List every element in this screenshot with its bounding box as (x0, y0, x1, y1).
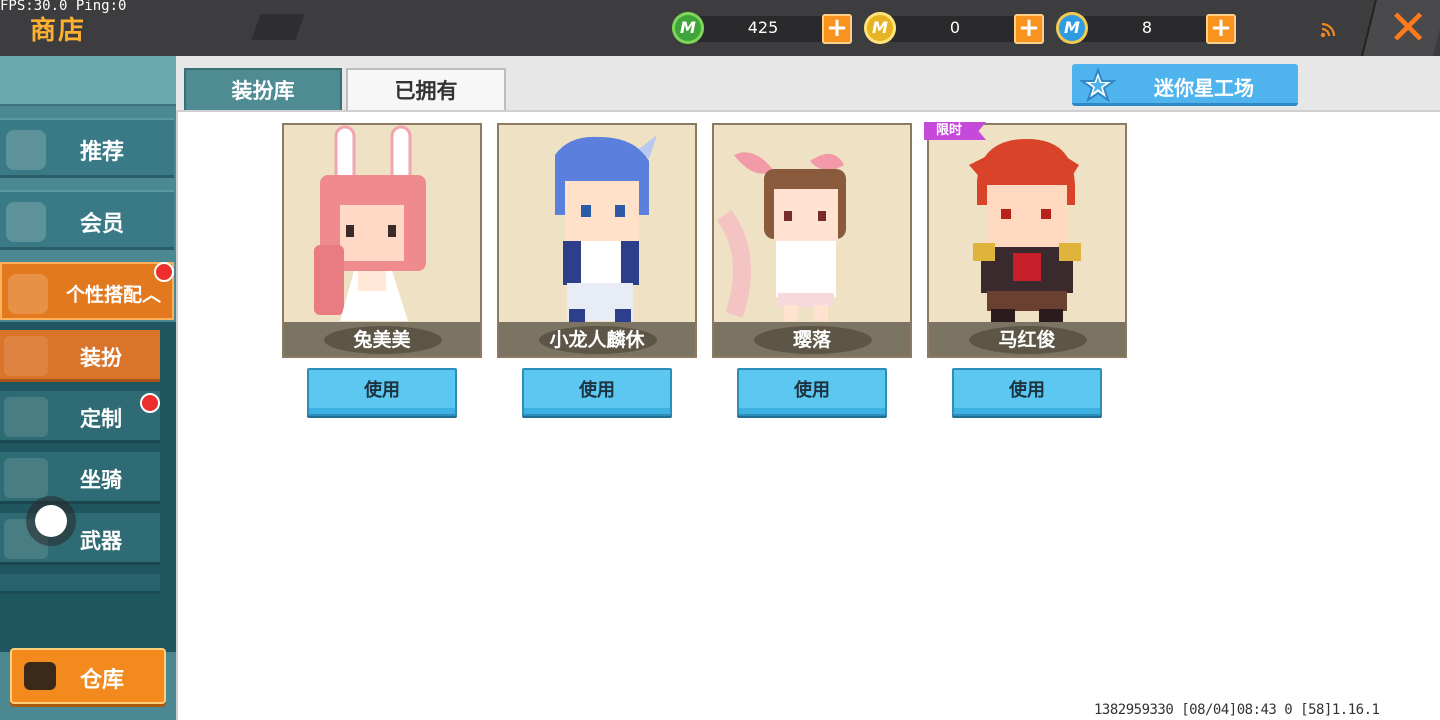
sidebar-item-recommend[interactable]: 推荐 (0, 118, 174, 178)
add-blue-coin-button[interactable]: + (1206, 14, 1236, 44)
currency-value: 425 (747, 18, 779, 37)
tab-dress-library[interactable]: 装扮库 (184, 68, 342, 112)
shirt-icon (4, 336, 48, 376)
sidebar-item-label: 装扮 (80, 346, 122, 370)
green-gem-icon: M (672, 12, 704, 44)
warehouse-button[interactable]: 仓库 (10, 648, 166, 704)
thumbs-up-icon (6, 130, 46, 170)
top-bar: FPS:30.0 Ping:0 商店 M 425 + M 0 + M 8 + ✕ (0, 0, 1440, 56)
skin-card[interactable]: 璎落 (712, 123, 912, 358)
sidebar-item-label: 推荐 (80, 140, 125, 165)
currency-value: 0 (949, 18, 961, 37)
add-green-gem-button[interactable]: + (822, 14, 852, 44)
currency-blue-coin: M 8 + (1056, 12, 1240, 44)
red-hair-character-image (969, 139, 1081, 323)
skin-card[interactable]: 马红俊 (927, 123, 1127, 358)
dragon-boy-character-image (555, 135, 657, 323)
sidebar-subitem-mount[interactable]: 坐骑 (0, 452, 160, 504)
virtual-joystick[interactable] (26, 496, 76, 546)
sidebar-item-member[interactable]: 会员 (0, 190, 174, 250)
sidebar: 推荐 会员 个性搭配︿ 装扮 定制 坐骑 武器 (0, 56, 176, 720)
gold-coin-icon: M (864, 12, 896, 44)
currency-gold-coin: M 0 + (864, 12, 1048, 44)
pencil-icon (4, 397, 48, 437)
mini-workshop-button[interactable]: 迷你星工场 (1072, 64, 1298, 106)
close-icon[interactable]: ✕ (1388, 2, 1428, 54)
currency-green-gem: M 425 + (672, 12, 856, 44)
use-button[interactable]: 使用 (522, 368, 672, 416)
chest-icon (24, 662, 56, 690)
skin-name: 璎落 (792, 329, 831, 351)
skin-card[interactable]: 小龙人麟休 (497, 123, 697, 358)
add-gold-coin-button[interactable]: + (1014, 14, 1044, 44)
bunny-girl-character-image (314, 125, 426, 321)
skin-name: 马红俊 (998, 329, 1056, 351)
skin-card[interactable]: 兔美美 (282, 123, 482, 358)
limited-time-badge: 限时 (924, 122, 986, 140)
tab-owned[interactable]: 已拥有 (346, 68, 506, 112)
sidebar-item-label: 会员 (80, 212, 125, 237)
use-button[interactable]: 使用 (737, 368, 887, 416)
sidebar-item-personal-style[interactable]: 个性搭配︿ (0, 262, 174, 320)
sidebar-subitem-partial[interactable] (0, 574, 160, 594)
sidebar-item-label: 坐骑 (80, 468, 122, 492)
member-icon (6, 202, 46, 242)
page-title: 商店 (30, 16, 87, 46)
use-button[interactable]: 使用 (952, 368, 1102, 416)
sidebar-item-label: 个性搭配︿ (66, 284, 162, 306)
skin-name: 兔美美 (353, 329, 411, 351)
warehouse-label: 仓库 (80, 668, 125, 693)
sidebar-subitem-custom[interactable]: 定制 (0, 391, 160, 443)
skin-name: 小龙人麟休 (549, 329, 645, 351)
sidebar-subitem-dressup[interactable]: 装扮 (0, 330, 160, 382)
sidebar-item-label: 定制 (80, 407, 122, 431)
build-info: 1382959330 [08/04]08:43 0 [58]1.16.1 (1094, 702, 1380, 718)
workshop-label: 迷你星工场 (1154, 76, 1254, 100)
blue-coin-icon: M (1056, 12, 1088, 44)
sidebar-subitem-weapon[interactable]: 武器 (0, 513, 160, 565)
star-icon (1080, 68, 1116, 102)
sidebar-item-label: 武器 (80, 529, 122, 553)
mount-icon (4, 458, 48, 498)
currency-value: 8 (1141, 18, 1153, 37)
trophy-icon (8, 274, 48, 314)
use-button[interactable]: 使用 (307, 368, 457, 416)
notification-dot (140, 393, 160, 413)
ribbon-girl-character-image (716, 152, 846, 321)
signal-icon (1320, 22, 1336, 38)
notification-dot (154, 262, 174, 282)
